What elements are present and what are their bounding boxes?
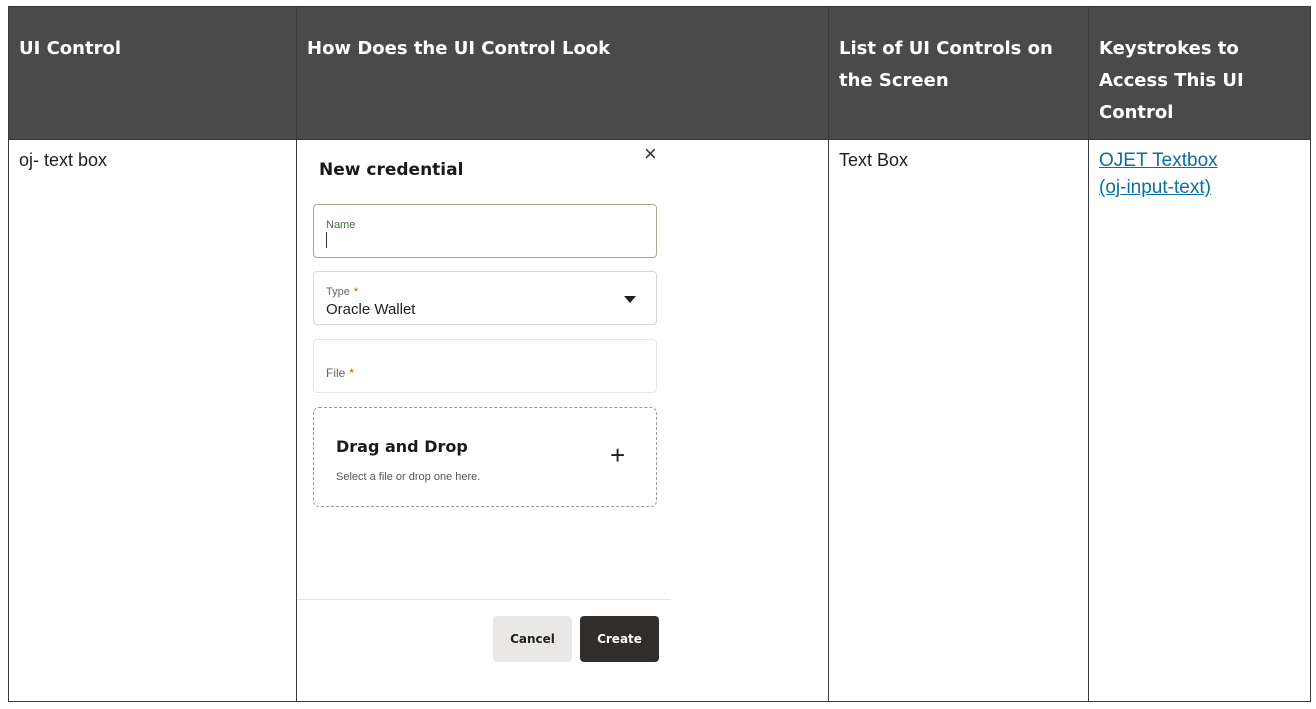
create-button[interactable]: Create bbox=[580, 616, 659, 662]
text-caret bbox=[326, 232, 327, 248]
name-label: Name bbox=[326, 219, 356, 231]
cell-control-list: Text Box bbox=[828, 139, 1089, 702]
required-marker: * bbox=[349, 366, 355, 380]
new-credential-dialog: × New credential Name Type * Oracle Walle… bbox=[297, 140, 677, 700]
header-row: UI Control How Does the UI Control Look … bbox=[8, 6, 1311, 140]
dialog-title: New credential bbox=[319, 160, 464, 180]
cell-preview: × New credential Name Type * Oracle Walle… bbox=[296, 139, 829, 702]
name-field[interactable]: Name bbox=[313, 204, 657, 258]
cell-control-name: oj- text box bbox=[8, 139, 297, 702]
header-list-controls: List of UI Controls on the Screen bbox=[828, 6, 1089, 140]
dropdown-arrow-icon[interactable] bbox=[624, 296, 636, 303]
close-icon[interactable]: × bbox=[644, 142, 657, 166]
cell-keystrokes: OJET Textbox (oj-input-text) bbox=[1088, 139, 1311, 702]
drop-subtitle: Select a file or drop one here. bbox=[336, 471, 481, 483]
header-how-look: How Does the UI Control Look bbox=[296, 6, 829, 140]
header-ui-control: UI Control bbox=[8, 6, 297, 140]
file-field[interactable]: File * bbox=[313, 339, 657, 393]
footer-divider bbox=[297, 599, 671, 600]
cancel-button[interactable]: Cancel bbox=[493, 616, 572, 662]
header-keystrokes: Keystrokes to Access This UI Control bbox=[1088, 6, 1311, 140]
file-drop-zone[interactable]: Drag and Drop Select a file or drop one … bbox=[313, 407, 657, 507]
ojet-textbox-link[interactable]: OJET Textbox (oj-input-text) bbox=[1099, 150, 1218, 198]
file-label: File * bbox=[326, 366, 355, 380]
table-row: oj- text box × New credential Name Type *… bbox=[8, 139, 1311, 702]
type-select[interactable]: Type * Oracle Wallet bbox=[313, 271, 657, 325]
plus-icon[interactable]: + bbox=[610, 441, 625, 469]
drop-title: Drag and Drop bbox=[336, 437, 468, 456]
controls-table: UI Control How Does the UI Control Look … bbox=[8, 6, 1311, 702]
type-value: Oracle Wallet bbox=[326, 301, 416, 318]
